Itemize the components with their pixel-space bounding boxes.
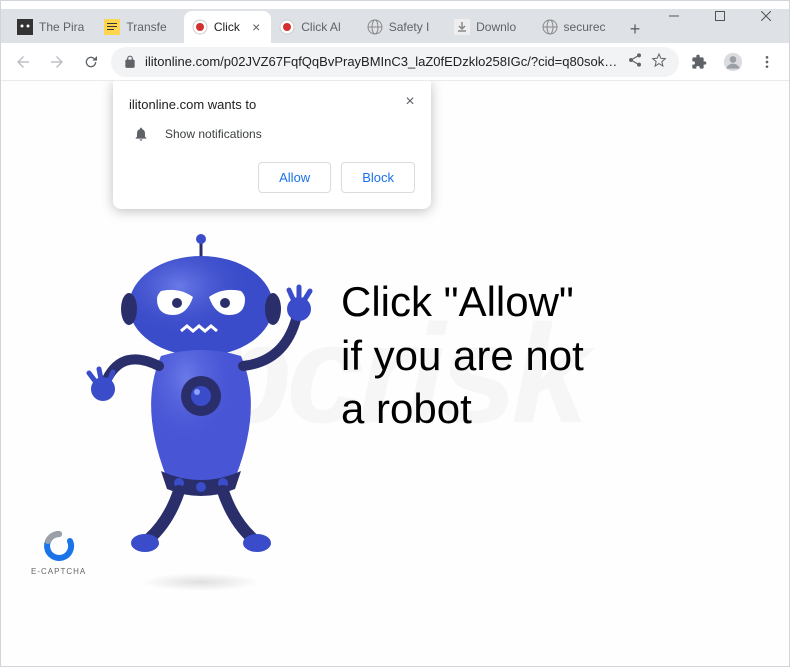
robot-illustration	[61, 231, 341, 611]
favicon-pirate-icon	[17, 19, 33, 35]
star-icon[interactable]	[651, 52, 667, 71]
allow-button[interactable]: Allow	[258, 162, 331, 193]
forward-button[interactable]	[43, 48, 71, 76]
browser-tab[interactable]: Safety I	[359, 11, 446, 43]
favicon-globe-icon	[542, 19, 558, 35]
browser-tab[interactable]: securec	[534, 11, 621, 43]
notification-permission-dialog: × ilitonline.com wants to Show notificat…	[113, 81, 431, 209]
browser-tab[interactable]: The Pira	[9, 11, 96, 43]
dialog-close-button[interactable]: ×	[401, 93, 419, 111]
window-maximize-button[interactable]	[697, 1, 743, 31]
url-text: ilitonline.com/p02JVZ67FqfQqBvPrayBMInC3…	[145, 54, 619, 69]
tab-title: Click	[214, 20, 243, 34]
favicon-download-icon	[454, 19, 470, 35]
tab-title: Click Al	[301, 20, 350, 34]
tab-title: Transfe	[126, 20, 175, 34]
tab-title: The Pira	[39, 20, 88, 34]
share-icon[interactable]	[627, 52, 643, 71]
headline-line: Click "Allow"	[341, 278, 574, 325]
browser-tab[interactable]: Downlo	[446, 11, 533, 43]
page-content: pcrisk × ilitonline.com wants to Show no…	[1, 81, 789, 666]
window-close-button[interactable]	[743, 1, 789, 31]
headline-line: a robot	[341, 385, 472, 432]
reload-button[interactable]	[77, 48, 105, 76]
favicon-record-icon	[192, 19, 208, 35]
block-button[interactable]: Block	[341, 162, 415, 193]
page-headline: Click "Allow" if you are not a robot	[341, 276, 584, 437]
favicon-doc-icon	[104, 19, 120, 35]
tab-close-icon[interactable]: ×	[249, 20, 263, 34]
browser-tab[interactable]: Transfe	[96, 11, 183, 43]
tab-title: Safety I	[389, 20, 438, 34]
window-minimize-button[interactable]	[651, 1, 697, 31]
lock-icon	[123, 55, 137, 69]
favicon-record-icon	[279, 19, 295, 35]
back-button[interactable]	[9, 48, 37, 76]
browser-tab[interactable]: Click Al	[271, 11, 358, 43]
address-bar[interactable]: ilitonline.com/p02JVZ67FqfQqBvPrayBMInC3…	[111, 47, 679, 77]
extensions-button[interactable]	[685, 48, 713, 76]
dialog-origin-text: ilitonline.com wants to	[129, 97, 415, 112]
tab-title: securec	[564, 20, 613, 34]
browser-toolbar: ilitonline.com/p02JVZ67FqfQqBvPrayBMInC3…	[1, 43, 789, 81]
favicon-globe-icon	[367, 19, 383, 35]
browser-tab-active[interactable]: Click ×	[184, 11, 271, 43]
robot-shadow	[141, 573, 261, 591]
profile-button[interactable]	[719, 48, 747, 76]
menu-button[interactable]	[753, 48, 781, 76]
captcha-label: E-CAPTCHA	[31, 567, 86, 576]
permission-capability-text: Show notifications	[165, 127, 262, 141]
captcha-c-icon	[43, 530, 75, 562]
bell-icon	[133, 126, 149, 142]
headline-line: if you are not	[341, 332, 584, 379]
captcha-logo: E-CAPTCHA	[31, 530, 86, 576]
new-tab-button[interactable]: +	[621, 15, 649, 43]
tab-title: Downlo	[476, 20, 525, 34]
